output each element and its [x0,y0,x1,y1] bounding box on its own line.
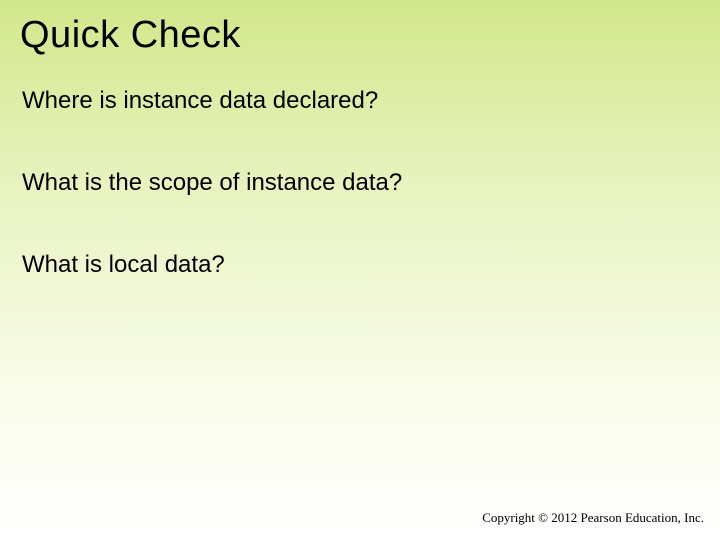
question-item: What is local data? [22,251,720,279]
question-item: Where is instance data declared? [22,87,720,115]
question-item: What is the scope of instance data? [22,169,720,197]
copyright-text: Copyright © 2012 Pearson Education, Inc. [482,510,704,526]
question-list: Where is instance data declared? What is… [0,57,720,279]
slide-title: Quick Check [0,0,720,57]
